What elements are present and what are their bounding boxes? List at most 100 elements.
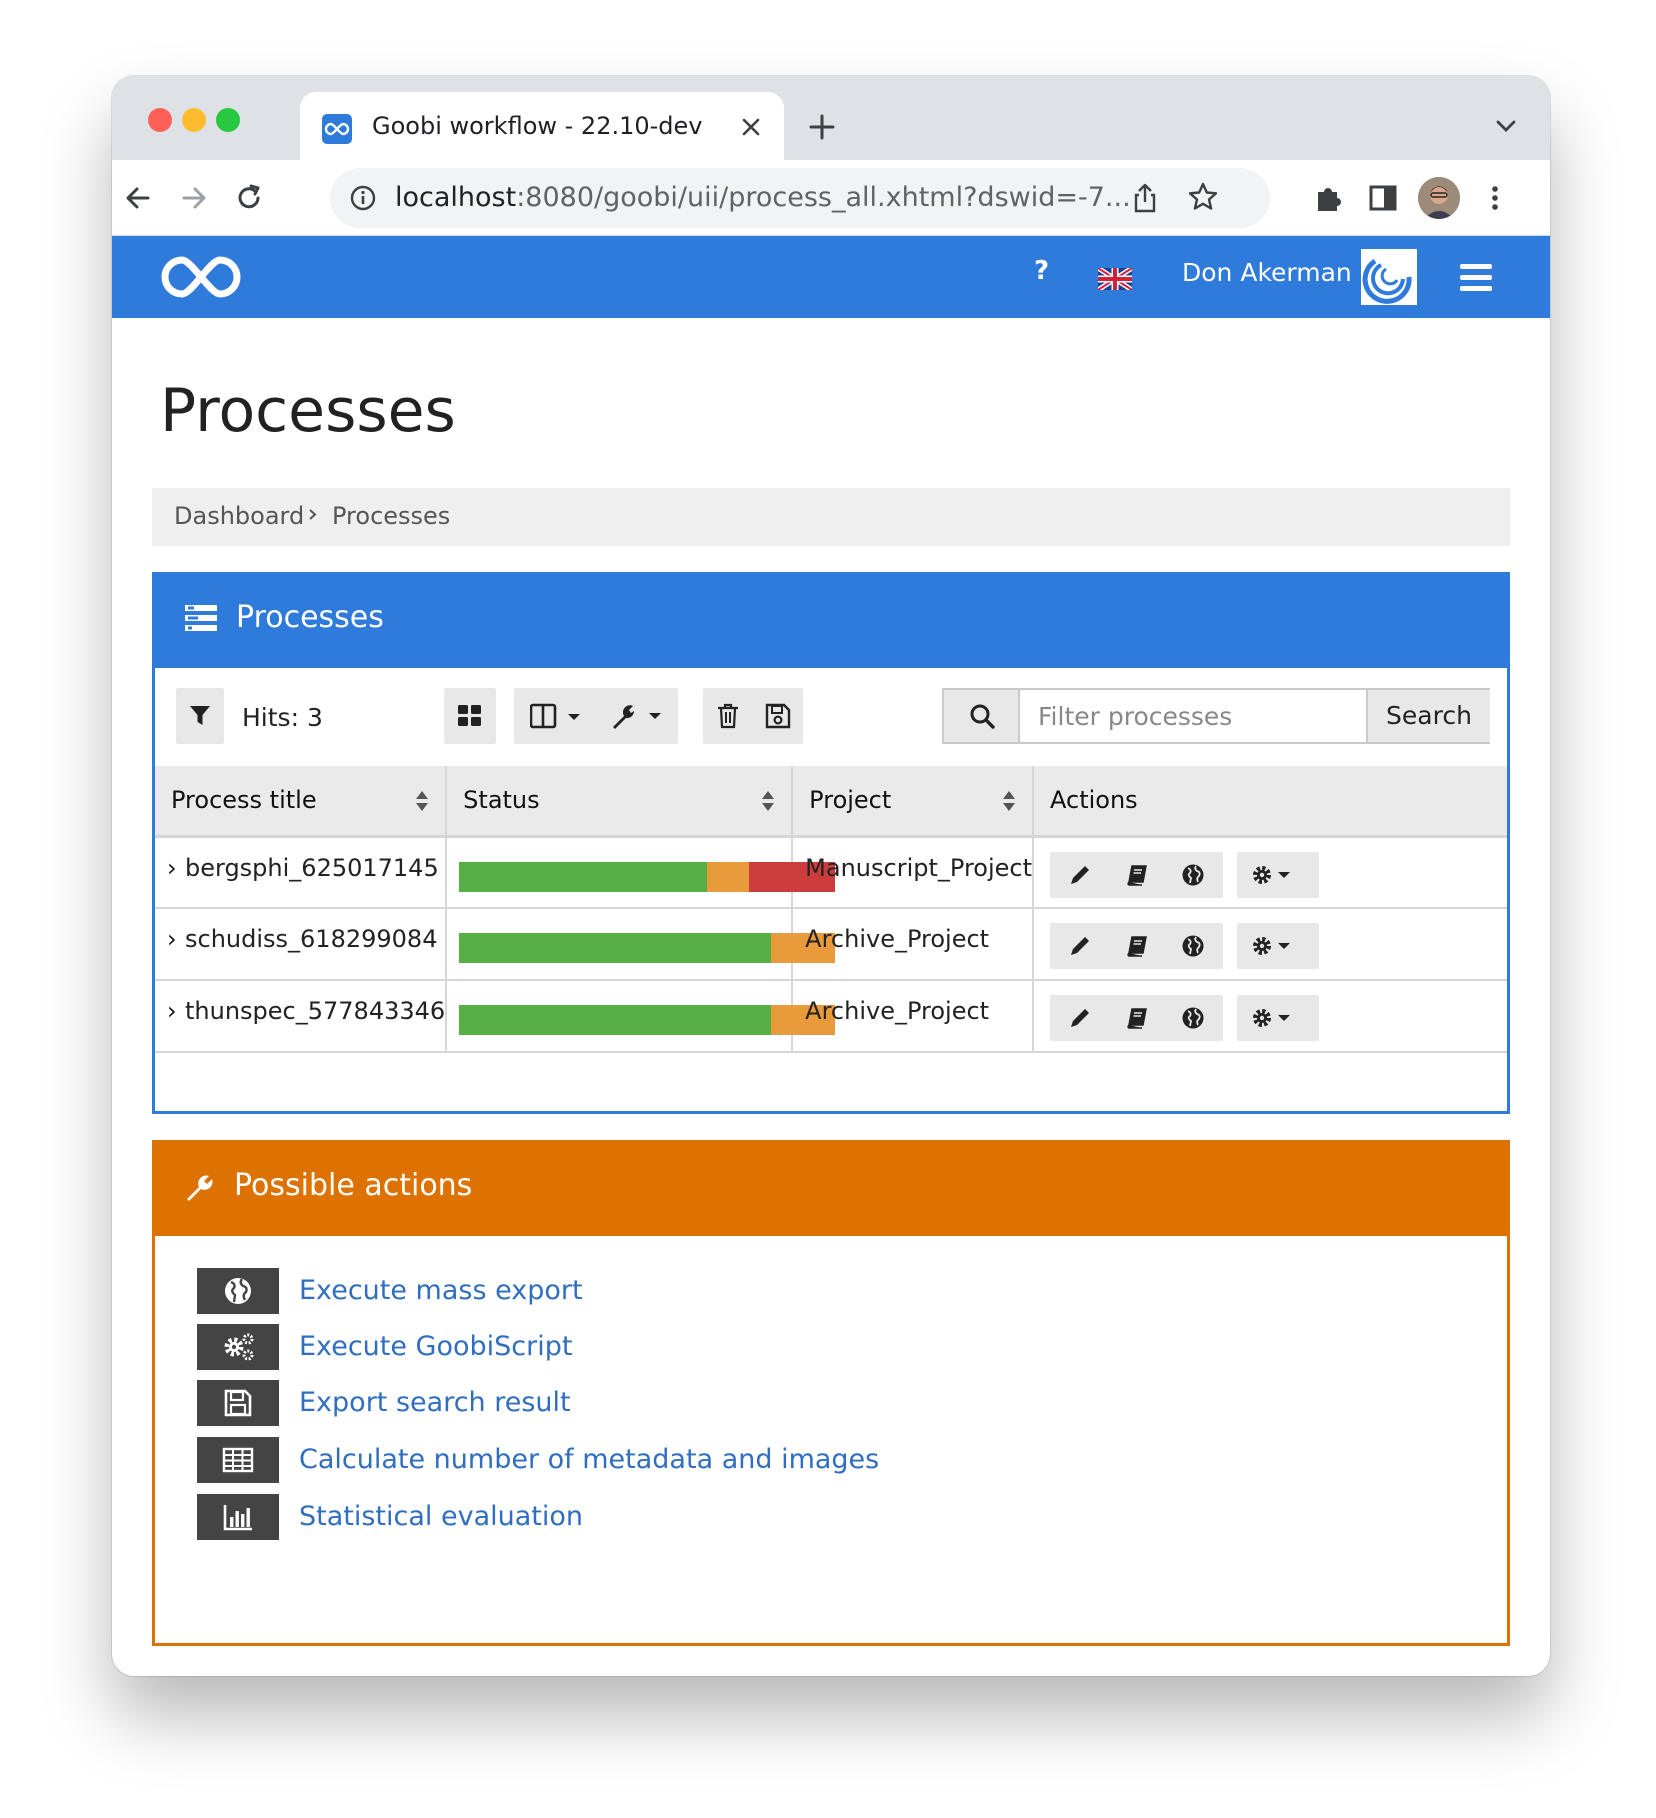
language-flag-icon[interactable] — [1096, 265, 1134, 293]
save-icon[interactable] — [765, 703, 791, 733]
metadata-editor-button[interactable] — [1107, 995, 1167, 1041]
gear-icon — [1253, 1009, 1290, 1027]
gear-icon — [1253, 937, 1290, 955]
status-segment-done — [459, 861, 708, 892]
minimize-window-button[interactable] — [182, 108, 206, 132]
project-cell: Archive_Project — [792, 908, 1034, 981]
globe-icon — [1182, 935, 1204, 957]
status-bar — [459, 861, 836, 892]
side-panel-icon[interactable] — [1365, 180, 1401, 216]
process-title-cell[interactable]: › schudiss_618299084 — [155, 908, 448, 981]
process-title-cell[interactable]: › bergsphi_625017145 — [155, 836, 448, 909]
book-icon — [1127, 864, 1147, 886]
trash-icon[interactable] — [717, 703, 739, 733]
profile-avatar[interactable] — [1418, 177, 1460, 219]
back-icon[interactable] — [120, 180, 156, 216]
metadata-editor-button[interactable] — [1107, 851, 1167, 898]
tab-close-icon[interactable] — [738, 114, 764, 140]
process-title[interactable]: thunspec_577843346 — [185, 997, 445, 1025]
book-icon — [1127, 936, 1147, 957]
process-title[interactable]: schudiss_618299084 — [185, 925, 437, 953]
sort-icon[interactable] — [761, 790, 775, 812]
close-window-button[interactable] — [148, 108, 172, 132]
main-menu-icon[interactable] — [1460, 264, 1492, 292]
pencil-icon — [1071, 937, 1089, 955]
sort-icon[interactable] — [415, 790, 429, 812]
export-button[interactable] — [1163, 995, 1223, 1041]
action-link[interactable]: Execute mass export — [299, 1275, 583, 1306]
globe-icon — [197, 1268, 279, 1314]
export-button[interactable] — [1163, 923, 1223, 969]
more-actions-dropdown[interactable] — [1237, 995, 1319, 1041]
action-link[interactable]: Statistical evaluation — [299, 1501, 583, 1532]
bar-chart-icon — [197, 1494, 279, 1540]
processes-box: Processes Hits: 3 Filter processes Searc… — [152, 572, 1510, 1114]
user-name[interactable]: Don Akerman — [1182, 258, 1352, 287]
browser-tab[interactable]: Goobi workflow - 22.10-dev — [300, 92, 784, 160]
zoom-window-button[interactable] — [216, 108, 240, 132]
action-link[interactable]: Calculate number of metadata and images — [299, 1444, 879, 1475]
edit-button[interactable] — [1050, 851, 1110, 898]
edit-button[interactable] — [1050, 923, 1110, 969]
sort-icon[interactable] — [1002, 790, 1016, 812]
wrench-dropdown-icon[interactable] — [609, 702, 667, 734]
column-label: Process title — [171, 786, 317, 815]
columns-dropdown-icon[interactable] — [529, 703, 586, 733]
browser-menu-icon[interactable] — [1477, 180, 1513, 216]
tab-title: Goobi workflow - 22.10-dev — [372, 112, 703, 140]
column-header-process-title[interactable]: Process title — [155, 766, 448, 838]
breadcrumb-dashboard-link[interactable]: Dashboard — [174, 502, 304, 530]
project-cell: Archive_Project — [792, 980, 1034, 1053]
status-cell — [446, 908, 836, 981]
expand-chevron-icon[interactable]: › — [167, 854, 185, 882]
share-icon[interactable] — [1130, 182, 1160, 218]
filter-button[interactable] — [176, 688, 224, 744]
tab-search-chevron-icon[interactable] — [1494, 118, 1518, 134]
table-header-row: Process title Status Project Actions — [155, 766, 1507, 838]
export-button[interactable] — [1163, 851, 1223, 898]
status-bar — [459, 1005, 836, 1035]
filter-processes-input[interactable] — [1022, 690, 1366, 742]
status-segment-open — [707, 861, 749, 892]
toggle-view-button[interactable] — [444, 688, 496, 744]
possible-actions-title: Possible actions — [234, 1168, 473, 1203]
new-tab-icon[interactable] — [807, 112, 837, 142]
search-button[interactable]: Search — [1366, 690, 1490, 742]
possible-actions-header: Possible actions — [152, 1140, 1510, 1236]
column-header-status[interactable]: Status — [446, 766, 794, 838]
metadata-editor-button[interactable] — [1107, 923, 1167, 969]
goobi-favicon-icon — [322, 114, 352, 144]
more-actions-dropdown[interactable] — [1237, 851, 1319, 898]
edit-button[interactable] — [1050, 995, 1110, 1041]
column-header-project[interactable]: Project — [792, 766, 1034, 838]
process-title-cell[interactable]: › thunspec_577843346 — [155, 980, 448, 1053]
processes-box-title: Processes — [236, 600, 384, 635]
search-icon — [944, 690, 1020, 742]
forward-icon[interactable] — [176, 180, 212, 216]
bookmark-star-icon[interactable] — [1187, 181, 1219, 217]
more-actions-dropdown[interactable] — [1237, 923, 1319, 969]
search-group: Search — [942, 688, 1490, 744]
status-segment-done — [459, 933, 772, 963]
column-and-tools-group — [514, 688, 678, 744]
extensions-puzzle-icon[interactable] — [1310, 180, 1346, 216]
action-link[interactable]: Export search result — [299, 1387, 571, 1418]
action-link[interactable]: Execute GoobiScript — [299, 1331, 572, 1362]
table-row: › schudiss_618299084 Archive_Project — [155, 908, 1507, 981]
wrench-icon — [185, 1173, 215, 1207]
expand-chevron-icon[interactable]: › — [167, 997, 185, 1025]
goobi-logo-icon[interactable] — [158, 250, 244, 308]
possible-actions-box: Possible actions Execute mass export Exe… — [152, 1140, 1510, 1646]
process-title[interactable]: bergsphi_625017145 — [185, 854, 439, 882]
site-info-icon[interactable] — [350, 185, 376, 211]
actions-cell — [1033, 836, 1507, 909]
expand-chevron-icon[interactable]: › — [167, 925, 185, 953]
url-text: localhost:8080/goobi/uii/process_all.xht… — [395, 182, 1131, 213]
institution-logo-icon[interactable] — [1361, 249, 1417, 305]
help-button[interactable]: ? — [1034, 256, 1049, 286]
table-icon — [197, 1437, 279, 1483]
address-bar[interactable]: localhost:8080/goobi/uii/process_all.xht… — [330, 168, 1270, 228]
save-icon — [197, 1380, 279, 1426]
reload-icon[interactable] — [231, 180, 267, 216]
book-icon — [1127, 1008, 1147, 1029]
